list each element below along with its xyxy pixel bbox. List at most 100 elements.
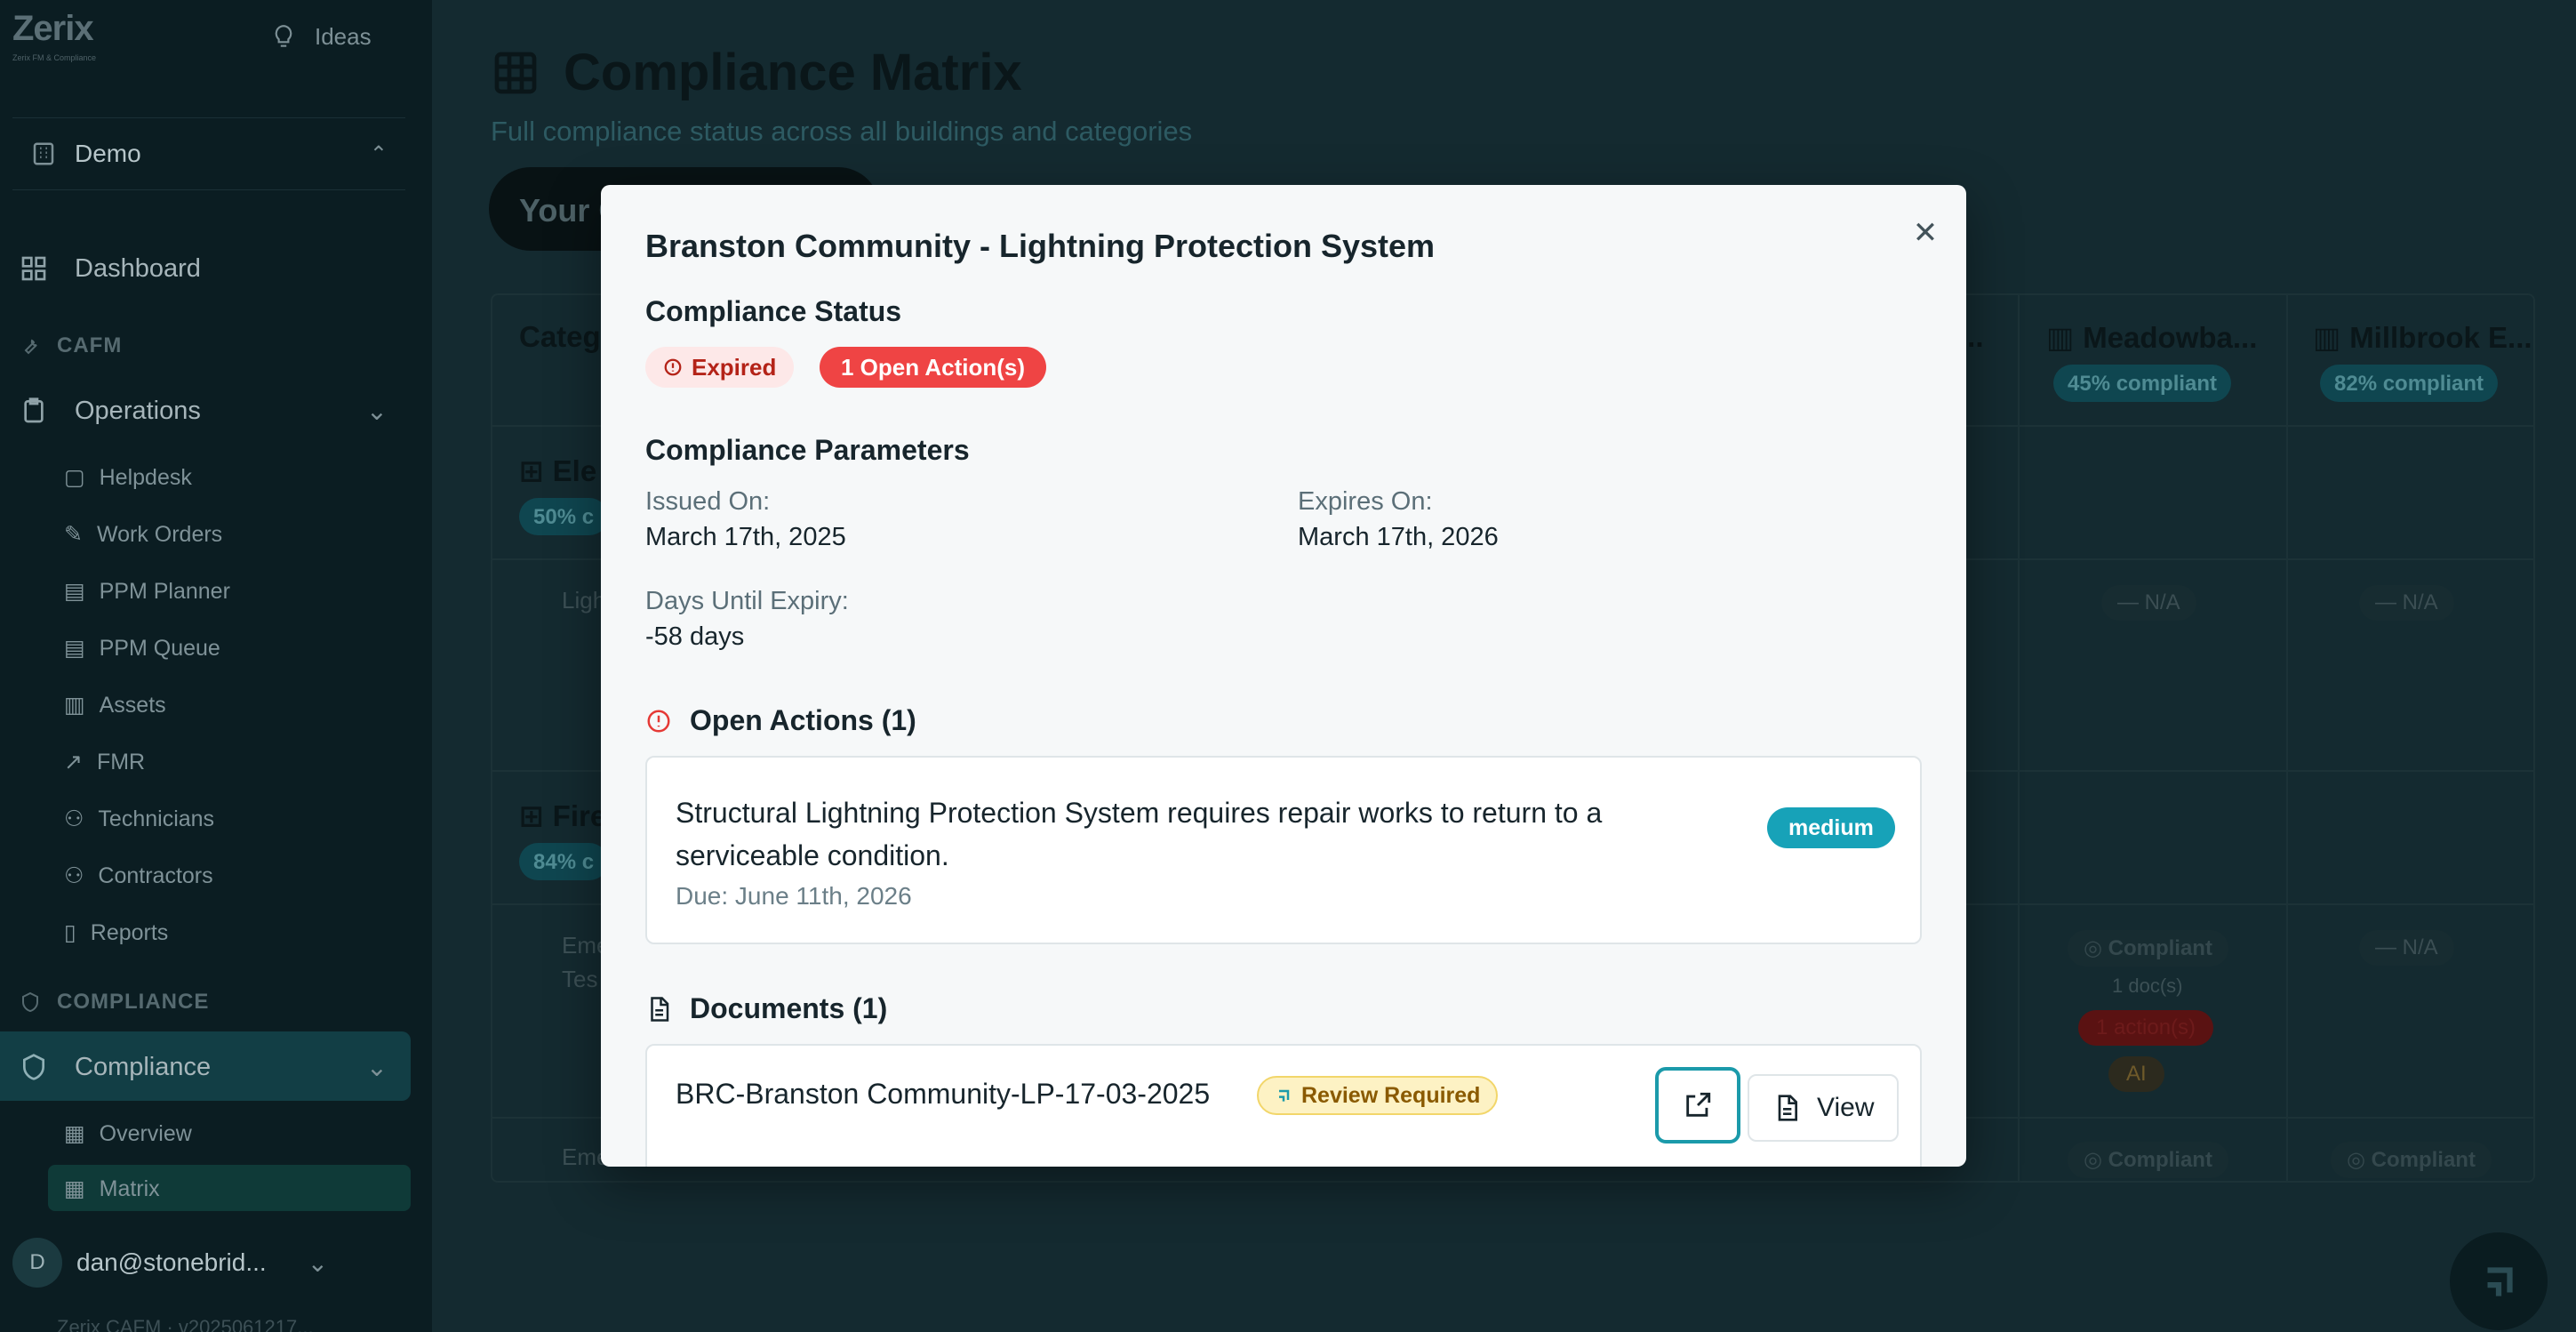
sidebar-item-dashboard[interactable]: Dashboard	[0, 251, 432, 286]
page-title-text: Compliance Matrix	[564, 44, 1022, 101]
open-external-button[interactable]	[1655, 1067, 1740, 1143]
page-title: Compliance Matrix	[491, 43, 1022, 102]
documents-heading: Documents (1)	[645, 992, 887, 1025]
column-header-meadowbank[interactable]: ▥ Meadowba...	[2046, 320, 2257, 355]
sidebar-item-helpdesk[interactable]: ▢ Helpdesk	[0, 464, 432, 491]
compliance-detail-modal: Branston Community - Lightning Protectio…	[601, 185, 1966, 1167]
sidebar-item-ppm-planner[interactable]: ▤ PPM Planner	[0, 578, 432, 605]
alert-circle-icon	[647, 710, 670, 732]
document-name[interactable]: BRC-Branston Community-LP-17-03-2025	[676, 1078, 1210, 1111]
badge-label: Review Required	[1301, 1082, 1481, 1108]
view-document-button[interactable]: View	[1748, 1074, 1899, 1142]
sidebar-item-matrix[interactable]: ▦ Matrix	[0, 1176, 432, 1202]
user-menu[interactable]: D dan@stonebrid... ⌄	[12, 1238, 328, 1288]
category-label: Fire	[552, 798, 607, 832]
hierarchy-icon: ⊞	[519, 454, 544, 487]
column-divider	[2286, 293, 2288, 1183]
issued-value: March 17th, 2025	[645, 523, 846, 551]
assistant-fab[interactable]	[2450, 1232, 2548, 1330]
building-icon: ▥	[2313, 321, 2341, 354]
na-badge[interactable]: — N/A	[2359, 585, 2454, 621]
sidebar-item-operations[interactable]: Operations ⌄	[0, 393, 432, 429]
file-text-icon	[651, 996, 669, 1022]
sidebar-item-label: PPM Planner	[99, 578, 230, 604]
category-fire[interactable]: ⊞ Fire	[519, 798, 606, 833]
view-label: View	[1817, 1093, 1875, 1122]
compliant-label: Compliant	[2108, 1148, 2212, 1172]
sidebar-item-label: PPM Queue	[99, 635, 220, 661]
sidebar-item-overview[interactable]: ▦ Overview	[0, 1120, 432, 1147]
avatar: D	[12, 1238, 62, 1288]
modal-title: Branston Community - Lightning Protectio…	[645, 228, 1436, 264]
days-label: Days Until Expiry:	[645, 587, 849, 615]
expires-label: Expires On:	[1298, 487, 1433, 516]
compliance-percent-badge: 45% compliant	[2053, 365, 2232, 402]
compliant-label: Compliant	[2108, 936, 2212, 960]
sidebar-item-assets[interactable]: ▥ Assets	[0, 692, 432, 718]
na-badge[interactable]: — N/A	[2359, 930, 2454, 966]
open-actions-badge: 1 Open Action(s)	[820, 347, 1047, 388]
compliant-badge[interactable]: ◎ Compliant	[2331, 1142, 2492, 1178]
section-heading-label: Documents (1)	[690, 992, 888, 1024]
chevron-down-icon: ⌄	[365, 397, 388, 426]
sidebar-item-label: FMR	[96, 749, 146, 774]
compliant-badge[interactable]: ◎ Compliant	[2068, 930, 2228, 967]
category-electrical[interactable]: ⊞ Ele	[519, 453, 596, 488]
status-badge-expired: Expired	[645, 347, 795, 388]
clipboard-icon	[24, 397, 44, 423]
column-header-label: Meadowba...	[2083, 320, 2258, 354]
external-link-icon	[1686, 1092, 1711, 1117]
sidebar-item-reports[interactable]: ▯ Reports	[0, 919, 432, 946]
sidebar-item-technicians[interactable]: ⚇ Technicians	[0, 806, 432, 832]
assistant-icon	[2487, 1267, 2513, 1296]
sidebar-item-work-orders[interactable]: ✎ Work Orders	[0, 521, 432, 548]
helpdesk-icon: ▢	[64, 465, 85, 490]
section-label: CAFM	[57, 333, 123, 357]
grid-icon	[494, 52, 537, 93]
category-label: Ele	[552, 453, 597, 487]
grid-icon	[21, 256, 46, 281]
compliant-badge[interactable]: ◎ Compliant	[2068, 1142, 2228, 1178]
sidebar: Zerix Zerix FM & Compliance Ideas Demo ⌃…	[0, 0, 432, 1332]
status-heading: Compliance Status	[645, 295, 902, 327]
column-header-label: Millbrook E...	[2349, 320, 2532, 354]
building-icon	[33, 142, 54, 165]
chevron-down-icon: ⌄	[307, 1248, 329, 1277]
wrench-icon: ✎	[64, 522, 83, 547]
section-label: COMPLIANCE	[57, 990, 210, 1014]
column-header-millbrook[interactable]: ▥ Millbrook E...	[2313, 320, 2532, 355]
action-description: Structural Lightning Protection System r…	[676, 797, 1603, 871]
workspace-selector[interactable]: Demo ⌃	[12, 117, 405, 190]
issued-label: Issued On:	[645, 487, 771, 516]
logo-tagline: Zerix FM & Compliance	[12, 53, 97, 62]
sidebar-item-fmr[interactable]: ↗ FMR	[0, 749, 432, 775]
na-badge[interactable]: — N/A	[2101, 585, 2196, 621]
user-email: dan@stonebrid...	[76, 1248, 267, 1276]
row-label-lightning[interactable]: Ligh	[562, 587, 605, 614]
ideas-link[interactable]: Ideas	[272, 23, 372, 51]
sidebar-item-label: Reports	[90, 919, 169, 945]
open-actions-heading: Open Actions (1)	[645, 704, 916, 737]
sidebar-item-label: Compliance	[75, 1052, 212, 1081]
close-icon[interactable]: ✕	[1908, 215, 1943, 251]
sidebar-item-label: Overview	[99, 1120, 192, 1146]
sidebar-item-compliance[interactable]: Compliance ⌄	[0, 1049, 432, 1085]
logo-text: Zerix	[12, 9, 94, 48]
logo[interactable]: Zerix Zerix FM & Compliance	[12, 9, 128, 62]
section-heading-label: Open Actions (1)	[690, 704, 916, 736]
calendar-icon: ▤	[64, 579, 85, 604]
column-header-category[interactable]: Categ	[519, 320, 601, 354]
page-subtitle: Full compliance status across all buildi…	[491, 116, 1193, 147]
calendar-icon: ▤	[64, 636, 85, 661]
expires-value: March 17th, 2026	[1298, 523, 1499, 551]
compliant-label: Compliant	[2371, 1148, 2476, 1172]
sidebar-item-contractors[interactable]: ⚇ Contractors	[0, 863, 432, 889]
actions-badge[interactable]: 1 action(s)	[2078, 1010, 2214, 1046]
section-cafm: CAFM	[0, 333, 432, 359]
action-card[interactable]: Structural Lightning Protection System r…	[645, 756, 1922, 944]
sidebar-item-ppm-queue[interactable]: ▤ PPM Queue	[0, 635, 432, 662]
sidebar-item-label: Matrix	[99, 1176, 160, 1201]
workspace-name: Demo	[75, 140, 141, 167]
user-cog-icon: ⚇	[64, 806, 84, 831]
alert-circle-icon	[664, 358, 682, 376]
